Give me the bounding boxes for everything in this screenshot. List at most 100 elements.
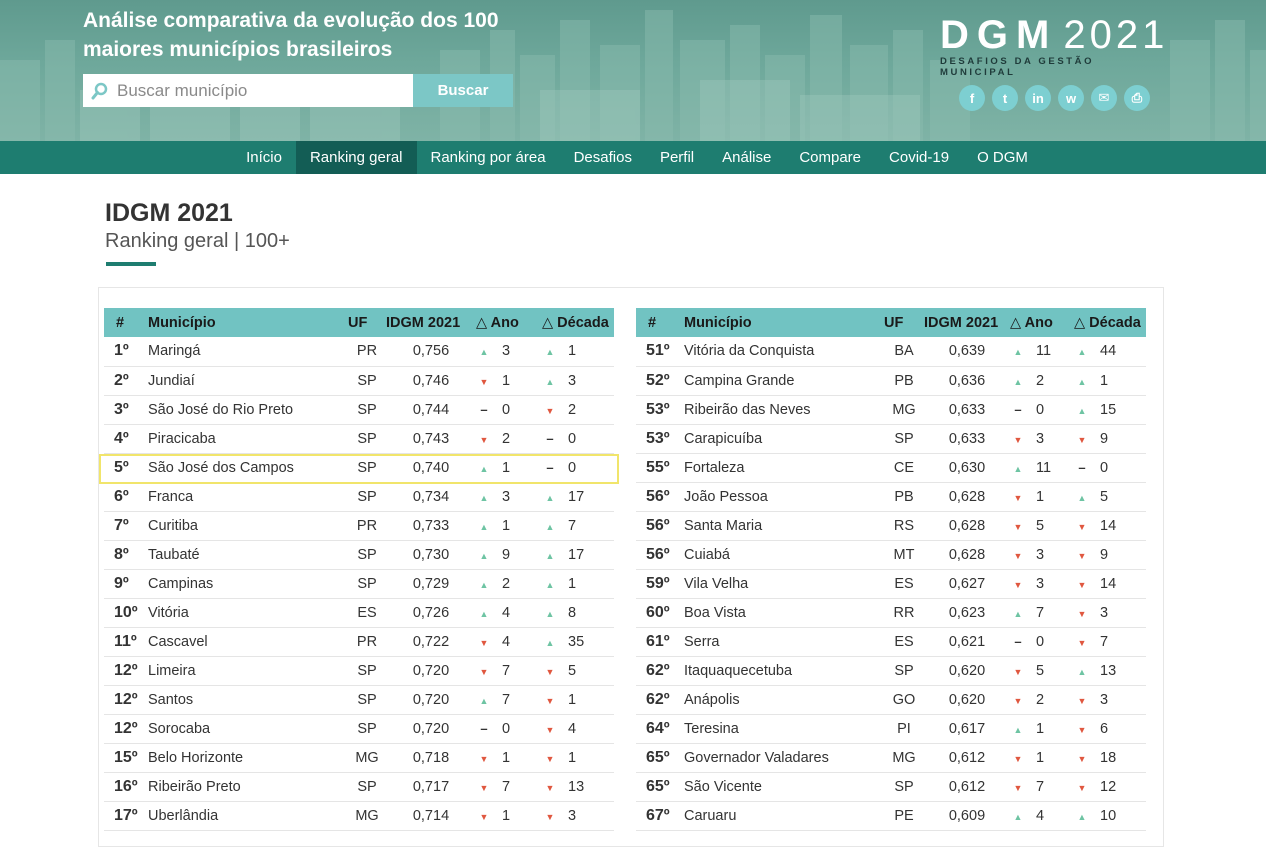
- table-row[interactable]: 53º Carapicuíba SP 0,633 ▼ 3 ▼ 9: [636, 424, 1146, 454]
- table-row[interactable]: 64º Teresina PI 0,617 ▲ 1 ▼ 6: [636, 714, 1146, 744]
- table-row[interactable]: 6º Franca SP 0,734 ▲ 3 ▲ 17: [104, 482, 614, 512]
- table-row[interactable]: 10º Vitória ES 0,726 ▲ 4 ▲ 8: [104, 598, 614, 628]
- table-row[interactable]: 62º Anápolis GO 0,620 ▼ 2 ▼ 3: [636, 685, 1146, 715]
- arrow-down-icon: ▼: [545, 695, 555, 706]
- table-row[interactable]: 11º Cascavel PR 0,722 ▼ 4 ▲ 35: [104, 627, 614, 657]
- nav-item-2[interactable]: Ranking por área: [417, 141, 560, 174]
- column-header-dec[interactable]: △ Década: [542, 308, 614, 337]
- nav-item-5[interactable]: Análise: [708, 141, 785, 174]
- table-row[interactable]: 2º Jundiaí SP 0,746 ▼ 1 ▲ 3: [104, 366, 614, 396]
- municipality-name[interactable]: Governador Valadares: [684, 743, 884, 773]
- municipality-name[interactable]: Franca: [148, 482, 348, 512]
- municipality-name[interactable]: Jundiaí: [148, 366, 348, 396]
- table-row[interactable]: 12º Sorocaba SP 0,720–0 ▼ 4: [104, 714, 614, 744]
- column-header-uf[interactable]: UF: [348, 308, 386, 337]
- municipality-name[interactable]: Santos: [148, 685, 348, 715]
- column-header-pos[interactable]: #: [104, 308, 148, 337]
- municipality-name[interactable]: Vitória da Conquista: [684, 337, 884, 367]
- facebook-icon[interactable]: f: [959, 85, 985, 111]
- table-row[interactable]: 62º Itaquaquecetuba SP 0,620 ▼ 5 ▲ 13: [636, 656, 1146, 686]
- table-row[interactable]: 17º Uberlândia MG 0,714 ▼ 1 ▼ 3: [104, 801, 614, 831]
- municipality-name[interactable]: Caruaru: [684, 801, 884, 831]
- table-row[interactable]: 5º São José dos Campos SP 0,740 ▲ 1–0: [104, 453, 614, 483]
- table-row[interactable]: 12º Santos SP 0,720 ▲ 7 ▼ 1: [104, 685, 614, 715]
- nav-item-0[interactable]: Início: [232, 141, 296, 174]
- table-row[interactable]: 51º Vitória da Conquista BA 0,639 ▲ 11 ▲ 44: [636, 337, 1146, 367]
- nav-item-4[interactable]: Perfil: [646, 141, 708, 174]
- table-row[interactable]: 3º São José do Rio Preto SP 0,744–0 ▼ 2: [104, 395, 614, 425]
- municipality-name[interactable]: Curitiba: [148, 511, 348, 541]
- whatsapp-icon[interactable]: w: [1058, 85, 1084, 111]
- municipality-name[interactable]: São Vicente: [684, 772, 884, 802]
- nav-item-3[interactable]: Desafios: [560, 141, 646, 174]
- nav-item-7[interactable]: Covid-19: [875, 141, 963, 174]
- table-row[interactable]: 67º Caruaru PE 0,609 ▲ 4 ▲ 10: [636, 801, 1146, 831]
- municipality-name[interactable]: São José do Rio Preto: [148, 395, 348, 425]
- municipality-name[interactable]: Taubaté: [148, 540, 348, 570]
- municipality-name[interactable]: São José dos Campos: [148, 453, 348, 483]
- municipality-name[interactable]: Vitória: [148, 598, 348, 628]
- column-header-ano[interactable]: △ Ano: [476, 308, 542, 337]
- column-header-city[interactable]: Município: [148, 308, 348, 337]
- table-row[interactable]: 56º Santa Maria RS 0,628 ▼ 5 ▼ 14: [636, 511, 1146, 541]
- municipality-name[interactable]: Fortaleza: [684, 453, 884, 483]
- municipality-name[interactable]: Sorocaba: [148, 714, 348, 744]
- municipality-name[interactable]: Campinas: [148, 569, 348, 599]
- municipality-name[interactable]: Uberlândia: [148, 801, 348, 831]
- nav-item-8[interactable]: O DGM: [963, 141, 1042, 174]
- table-row[interactable]: 9º Campinas SP 0,729 ▲ 2 ▲ 1: [104, 569, 614, 599]
- nav-item-6[interactable]: Compare: [785, 141, 875, 174]
- municipality-name[interactable]: Boa Vista: [684, 598, 884, 628]
- municipality-name[interactable]: João Pessoa: [684, 482, 884, 512]
- table-row[interactable]: 56º Cuiabá MT 0,628 ▼ 3 ▼ 9: [636, 540, 1146, 570]
- table-row[interactable]: 59º Vila Velha ES 0,627 ▼ 3 ▼ 14: [636, 569, 1146, 599]
- column-header-ano[interactable]: △ Ano: [1010, 308, 1074, 337]
- twitter-icon[interactable]: t: [992, 85, 1018, 111]
- municipality-name[interactable]: Ribeirão das Neves: [684, 395, 884, 425]
- column-header-idgm[interactable]: IDGM 2021: [924, 308, 1010, 337]
- municipality-name[interactable]: Teresina: [684, 714, 884, 744]
- table-row[interactable]: 4º Piracicaba SP 0,743 ▼ 2–0: [104, 424, 614, 454]
- municipality-name[interactable]: Serra: [684, 627, 884, 657]
- column-header-idgm[interactable]: IDGM 2021: [386, 308, 476, 337]
- municipality-name[interactable]: Cascavel: [148, 627, 348, 657]
- email-icon[interactable]: ✉: [1091, 85, 1117, 111]
- column-header-dec[interactable]: △ Década: [1074, 308, 1146, 337]
- municipality-name[interactable]: Maringá: [148, 337, 348, 367]
- table-row[interactable]: 12º Limeira SP 0,720 ▼ 7 ▼ 5: [104, 656, 614, 686]
- municipality-name[interactable]: Limeira: [148, 656, 348, 686]
- table-row[interactable]: 53º Ribeirão das Neves MG 0,633–0 ▲ 15: [636, 395, 1146, 425]
- municipality-name[interactable]: Cuiabá: [684, 540, 884, 570]
- linkedin-icon[interactable]: in: [1025, 85, 1051, 111]
- municipality-name[interactable]: Santa Maria: [684, 511, 884, 541]
- column-header-pos[interactable]: #: [636, 308, 684, 337]
- table-row[interactable]: 60º Boa Vista RR 0,623 ▲ 7 ▼ 3: [636, 598, 1146, 628]
- state-code: SP: [348, 569, 386, 599]
- nav-item-1[interactable]: Ranking geral: [295, 141, 417, 174]
- municipality-name[interactable]: Vila Velha: [684, 569, 884, 599]
- municipality-name[interactable]: Ribeirão Preto: [148, 772, 348, 802]
- municipality-name[interactable]: Piracicaba: [148, 424, 348, 454]
- table-row[interactable]: 7º Curitiba PR 0,733 ▲ 1 ▲ 7: [104, 511, 614, 541]
- table-row[interactable]: 56º João Pessoa PB 0,628 ▼ 1 ▲ 5: [636, 482, 1146, 512]
- table-row[interactable]: 55º Fortaleza CE 0,630 ▲ 11 –0: [636, 453, 1146, 483]
- table-row[interactable]: 52º Campina Grande PB 0,636 ▲ 2 ▲ 1: [636, 366, 1146, 396]
- print-icon[interactable]: ⎙: [1124, 85, 1150, 111]
- search-button[interactable]: Buscar: [413, 74, 513, 107]
- table-row[interactable]: 61º Serra ES 0,621–0 ▼ 7: [636, 627, 1146, 657]
- column-header-uf[interactable]: UF: [884, 308, 924, 337]
- column-header-city[interactable]: Município: [684, 308, 884, 337]
- municipality-name[interactable]: Itaquaquecetuba: [684, 656, 884, 686]
- table-row[interactable]: 1º Maringá PR 0,756 ▲ 3 ▲ 1: [104, 337, 614, 367]
- dgm-logo[interactable]: DGM 2021 DESAFIOS DA GESTÃO MUNICIPAL: [940, 12, 1164, 78]
- table-row[interactable]: 16º Ribeirão Preto SP 0,717 ▼ 7 ▼ 13: [104, 772, 614, 802]
- table-row[interactable]: 65º Governador Valadares MG 0,612 ▼ 1 ▼ 18: [636, 743, 1146, 773]
- table-row[interactable]: 15º Belo Horizonte MG 0,718 ▼ 1 ▼ 1: [104, 743, 614, 773]
- search-input[interactable]: [117, 80, 407, 101]
- municipality-name[interactable]: Anápolis: [684, 685, 884, 715]
- table-row[interactable]: 65º São Vicente SP 0,612 ▼ 7 ▼ 12: [636, 772, 1146, 802]
- table-row[interactable]: 8º Taubaté SP 0,730 ▲ 9 ▲ 17: [104, 540, 614, 570]
- municipality-name[interactable]: Campina Grande: [684, 366, 884, 396]
- municipality-name[interactable]: Belo Horizonte: [148, 743, 348, 773]
- municipality-name[interactable]: Carapicuíba: [684, 424, 884, 454]
